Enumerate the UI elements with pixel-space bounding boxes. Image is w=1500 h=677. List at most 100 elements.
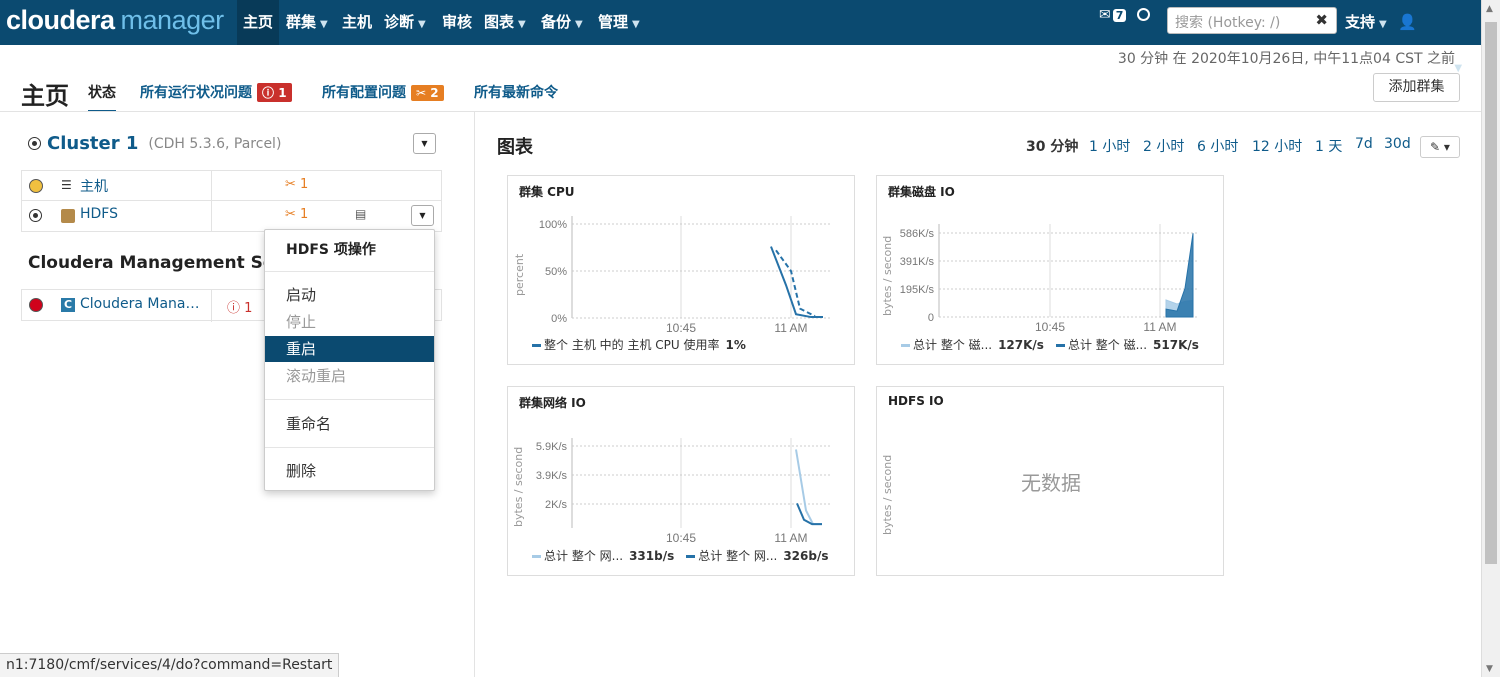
y-tick-label: 0 (928, 312, 934, 324)
messages-button[interactable]: ✉ 7 (1099, 7, 1150, 23)
config-issue-indicator[interactable]: ✂ 1 (285, 207, 308, 222)
add-cluster-button[interactable]: 添加群集 (1373, 73, 1460, 102)
legend-series-name: 总计 整个 网... (544, 549, 624, 563)
chevron-down-icon: ▼ (518, 19, 526, 30)
tab-status[interactable]: 状态 (88, 82, 116, 112)
chart-legend: 总计 整个 磁... 127K/s 总计 整个 磁... 517K/s (901, 336, 1211, 353)
menu-item-rename[interactable]: 重命名 (265, 411, 434, 437)
clear-search-icon[interactable]: ✖ (1315, 11, 1328, 29)
menu-item-stop: 停止 (286, 313, 317, 331)
chart-settings-dropdown[interactable]: ✎ ▾ (1420, 136, 1460, 158)
legend-swatch (686, 555, 696, 558)
chart-panel-disk-io[interactable]: 群集磁盘 IO 586K/s 391K/s 195K/s 0 10:45 11 AM by… (876, 175, 1224, 365)
nav-item-2[interactable]: 主机 (336, 0, 378, 45)
x-tick-label: 10:45 (666, 531, 696, 545)
chevron-down-icon: ▼ (575, 19, 583, 30)
tab-recent-commands[interactable]: 所有最新命令 (474, 82, 558, 102)
x-tick-label: 10:45 (666, 321, 696, 335)
cloudera-manager-logo[interactable]: cloudera manager (6, 5, 224, 36)
legend-swatch (901, 344, 910, 347)
header-divider (0, 111, 1481, 112)
nav-item-0[interactable]: 主页 (237, 0, 280, 45)
support-menu[interactable]: 支持 ▼ (1345, 0, 1387, 47)
chevron-down-icon: ▼ (418, 19, 426, 30)
x-tick-label: 11 AM (774, 321, 807, 335)
user-icon: 👤 (1398, 13, 1417, 31)
time-range-option[interactable]: 12 小时 (1252, 136, 1302, 156)
legend-series-name: 整个 主机 中的 主机 CPU 使用率 (544, 338, 720, 352)
legend-series-name: 总计 整个 磁... (913, 338, 993, 352)
tab-all-config-issues[interactable]: 所有配置问题 ✂ 2 (322, 82, 444, 102)
cms-service-icon: C (61, 298, 75, 312)
menu-item-restart[interactable]: 重启 (265, 336, 434, 362)
cms-section-title: Cloudera Management Service (28, 253, 264, 273)
time-range-option[interactable]: 6 小时 (1197, 136, 1238, 156)
tab-all-health-issues[interactable]: 所有运行状况问题 ⓘ 1 (140, 82, 292, 102)
menu-header: HDFS 项操作 (286, 242, 376, 258)
cluster-service-table: ☰ 主机 ✂ 1 HDFS ✂ 1 ▤ ▼ (21, 170, 442, 232)
chart-panel-hdfs-io[interactable]: HDFS IO bytes / second 无数据 (876, 386, 1224, 576)
legend-series-name: 总计 整个 磁... (1067, 338, 1148, 352)
config-issues-badge: ✂ 2 (411, 85, 444, 101)
cms-link[interactable]: Cloudera Mana… (80, 296, 200, 312)
stale-config-icon[interactable]: ▤ (355, 207, 366, 221)
cluster-actions-dropdown[interactable]: ▼ (413, 133, 436, 154)
time-range-option[interactable]: 30 分钟 (1026, 136, 1078, 156)
time-range-option[interactable]: 2 小时 (1143, 136, 1184, 156)
nav-item-4[interactable]: 审核 (436, 0, 478, 45)
y-axis-label: bytes / second (512, 446, 525, 527)
nav-item-3[interactable]: 诊断 ▼ (378, 0, 432, 45)
scrollbar-thumb[interactable] (1485, 22, 1497, 564)
chart-panel-cpu[interactable]: 群集 CPU 100% 50% 0% 10:45 11 AM percent 整个 主机… (507, 175, 855, 365)
legend-swatch (532, 344, 541, 347)
health-issue-indicator[interactable]: ⓘ 1 (227, 297, 252, 316)
hdfs-link[interactable]: HDFS (80, 206, 118, 222)
message-count-badge: 7 (1112, 9, 1127, 22)
hdfs-actions-menu: HDFS 项操作 启动 停止 重启 滚动重启 重命名 删除 (264, 229, 435, 491)
last-updated-text: 30 分钟 在 2020年10月26日, 中午11点04 CST 之前 (1117, 51, 1455, 67)
health-issues-badge: ⓘ 1 (257, 83, 292, 102)
time-range-option[interactable]: 30d (1384, 136, 1411, 152)
x-tick-label: 11 AM (1143, 320, 1176, 334)
scroll-up-arrow-icon[interactable]: ▲ (1486, 4, 1493, 14)
series-line (796, 503, 822, 526)
service-row-hosts: ☰ 主机 ✂ 1 (22, 171, 441, 201)
series-line (770, 246, 823, 319)
legend-last-value: 331b/s (629, 549, 675, 563)
legend-last-value: 326b/s (783, 549, 829, 563)
chevron-down-icon: ▼ (320, 19, 328, 30)
page-scrollbar[interactable]: ▲ ▼ (1481, 0, 1500, 677)
hdfs-service-icon (61, 209, 75, 223)
status-dot (29, 298, 43, 312)
series-line (795, 449, 823, 526)
legend-last-value: 127K/s (998, 338, 1044, 352)
x-tick-label: 11 AM (774, 531, 807, 545)
search-input[interactable]: 搜索 (Hotkey: /) ✖ (1167, 7, 1337, 34)
hdfs-status-icon (29, 209, 42, 222)
hosts-link[interactable]: 主机 (80, 176, 108, 196)
nav-item-1[interactable]: 群集 ▼ (280, 0, 334, 45)
menu-item-delete[interactable]: 删除 (265, 458, 434, 484)
nav-item-5[interactable]: 图表 ▼ (478, 0, 532, 45)
hdfs-actions-dropdown[interactable]: ▼ (411, 205, 434, 226)
time-range-option[interactable]: 1 天 (1315, 136, 1342, 156)
chart-panel-network-io[interactable]: 群集网络 IO 5.9K/s 3.9K/s 2K/s 10:45 11 AM bytes… (507, 386, 855, 576)
running-commands-icon[interactable] (1136, 7, 1150, 21)
menu-item-start[interactable]: 启动 (265, 282, 434, 308)
nav-item-7[interactable]: 管理 ▼ (592, 0, 646, 45)
time-range-option[interactable]: 7d (1355, 136, 1373, 152)
config-issue-indicator[interactable]: ✂ 1 (285, 177, 308, 192)
series-line (775, 249, 816, 318)
edit-icon: ✎ (1430, 140, 1441, 154)
nav-item-6[interactable]: 备份 ▼ (535, 0, 589, 45)
service-row-hdfs: HDFS ✂ 1 ▤ ▼ (22, 201, 441, 231)
browser-status-url: n1:7180/cmf/services/4/do?command=Restar… (0, 653, 340, 677)
y-axis-label: bytes / second (881, 235, 894, 316)
cluster-name-link[interactable]: Cluster 1 (47, 133, 138, 154)
cluster-status-icon (28, 137, 41, 150)
time-range-option[interactable]: 1 小时 (1089, 136, 1130, 156)
column-divider (474, 111, 475, 677)
y-tick-label: 195K/s (900, 284, 935, 296)
y-tick-label: 2K/s (545, 499, 568, 511)
scroll-down-arrow-icon[interactable]: ▼ (1486, 664, 1493, 674)
